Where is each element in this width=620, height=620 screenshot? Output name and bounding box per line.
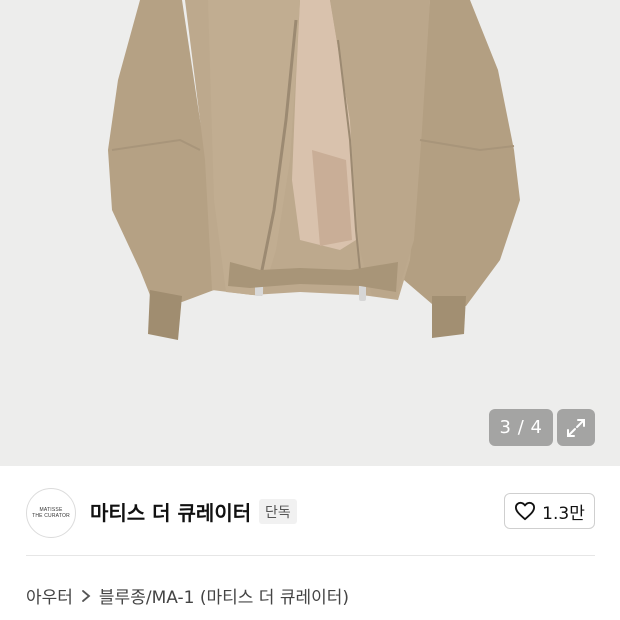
like-button[interactable]: 1.3만 [504,493,595,529]
brand-logo[interactable]: MATISSE THE CURATOR [26,488,76,538]
like-count: 1.3만 [542,503,585,524]
brand-row: MATISSE THE CURATOR 마티스 더 큐레이터 단독 1.3만 [0,466,620,556]
breadcrumb: 아우터 블루종/MA-1 (마티스 더 큐레이터) [26,583,349,608]
expand-icon [567,418,585,437]
brand-name[interactable]: 마티스 더 큐레이터 [90,497,251,526]
image-counter: 3 / 4 [489,409,553,446]
chevron-right-icon [82,589,91,602]
brand-logo-line2: THE CURATOR [32,513,70,519]
heart-icon [515,501,536,521]
exclusive-badge: 단독 [259,499,297,524]
divider [26,555,595,556]
expand-button[interactable] [557,409,595,446]
breadcrumb-subcategory[interactable]: 블루종/MA-1 (마티스 더 큐레이터) [99,583,349,608]
product-image[interactable] [0,0,620,466]
product-image-gallery[interactable]: 3 / 4 [0,0,620,466]
breadcrumb-category[interactable]: 아우터 [26,583,73,608]
